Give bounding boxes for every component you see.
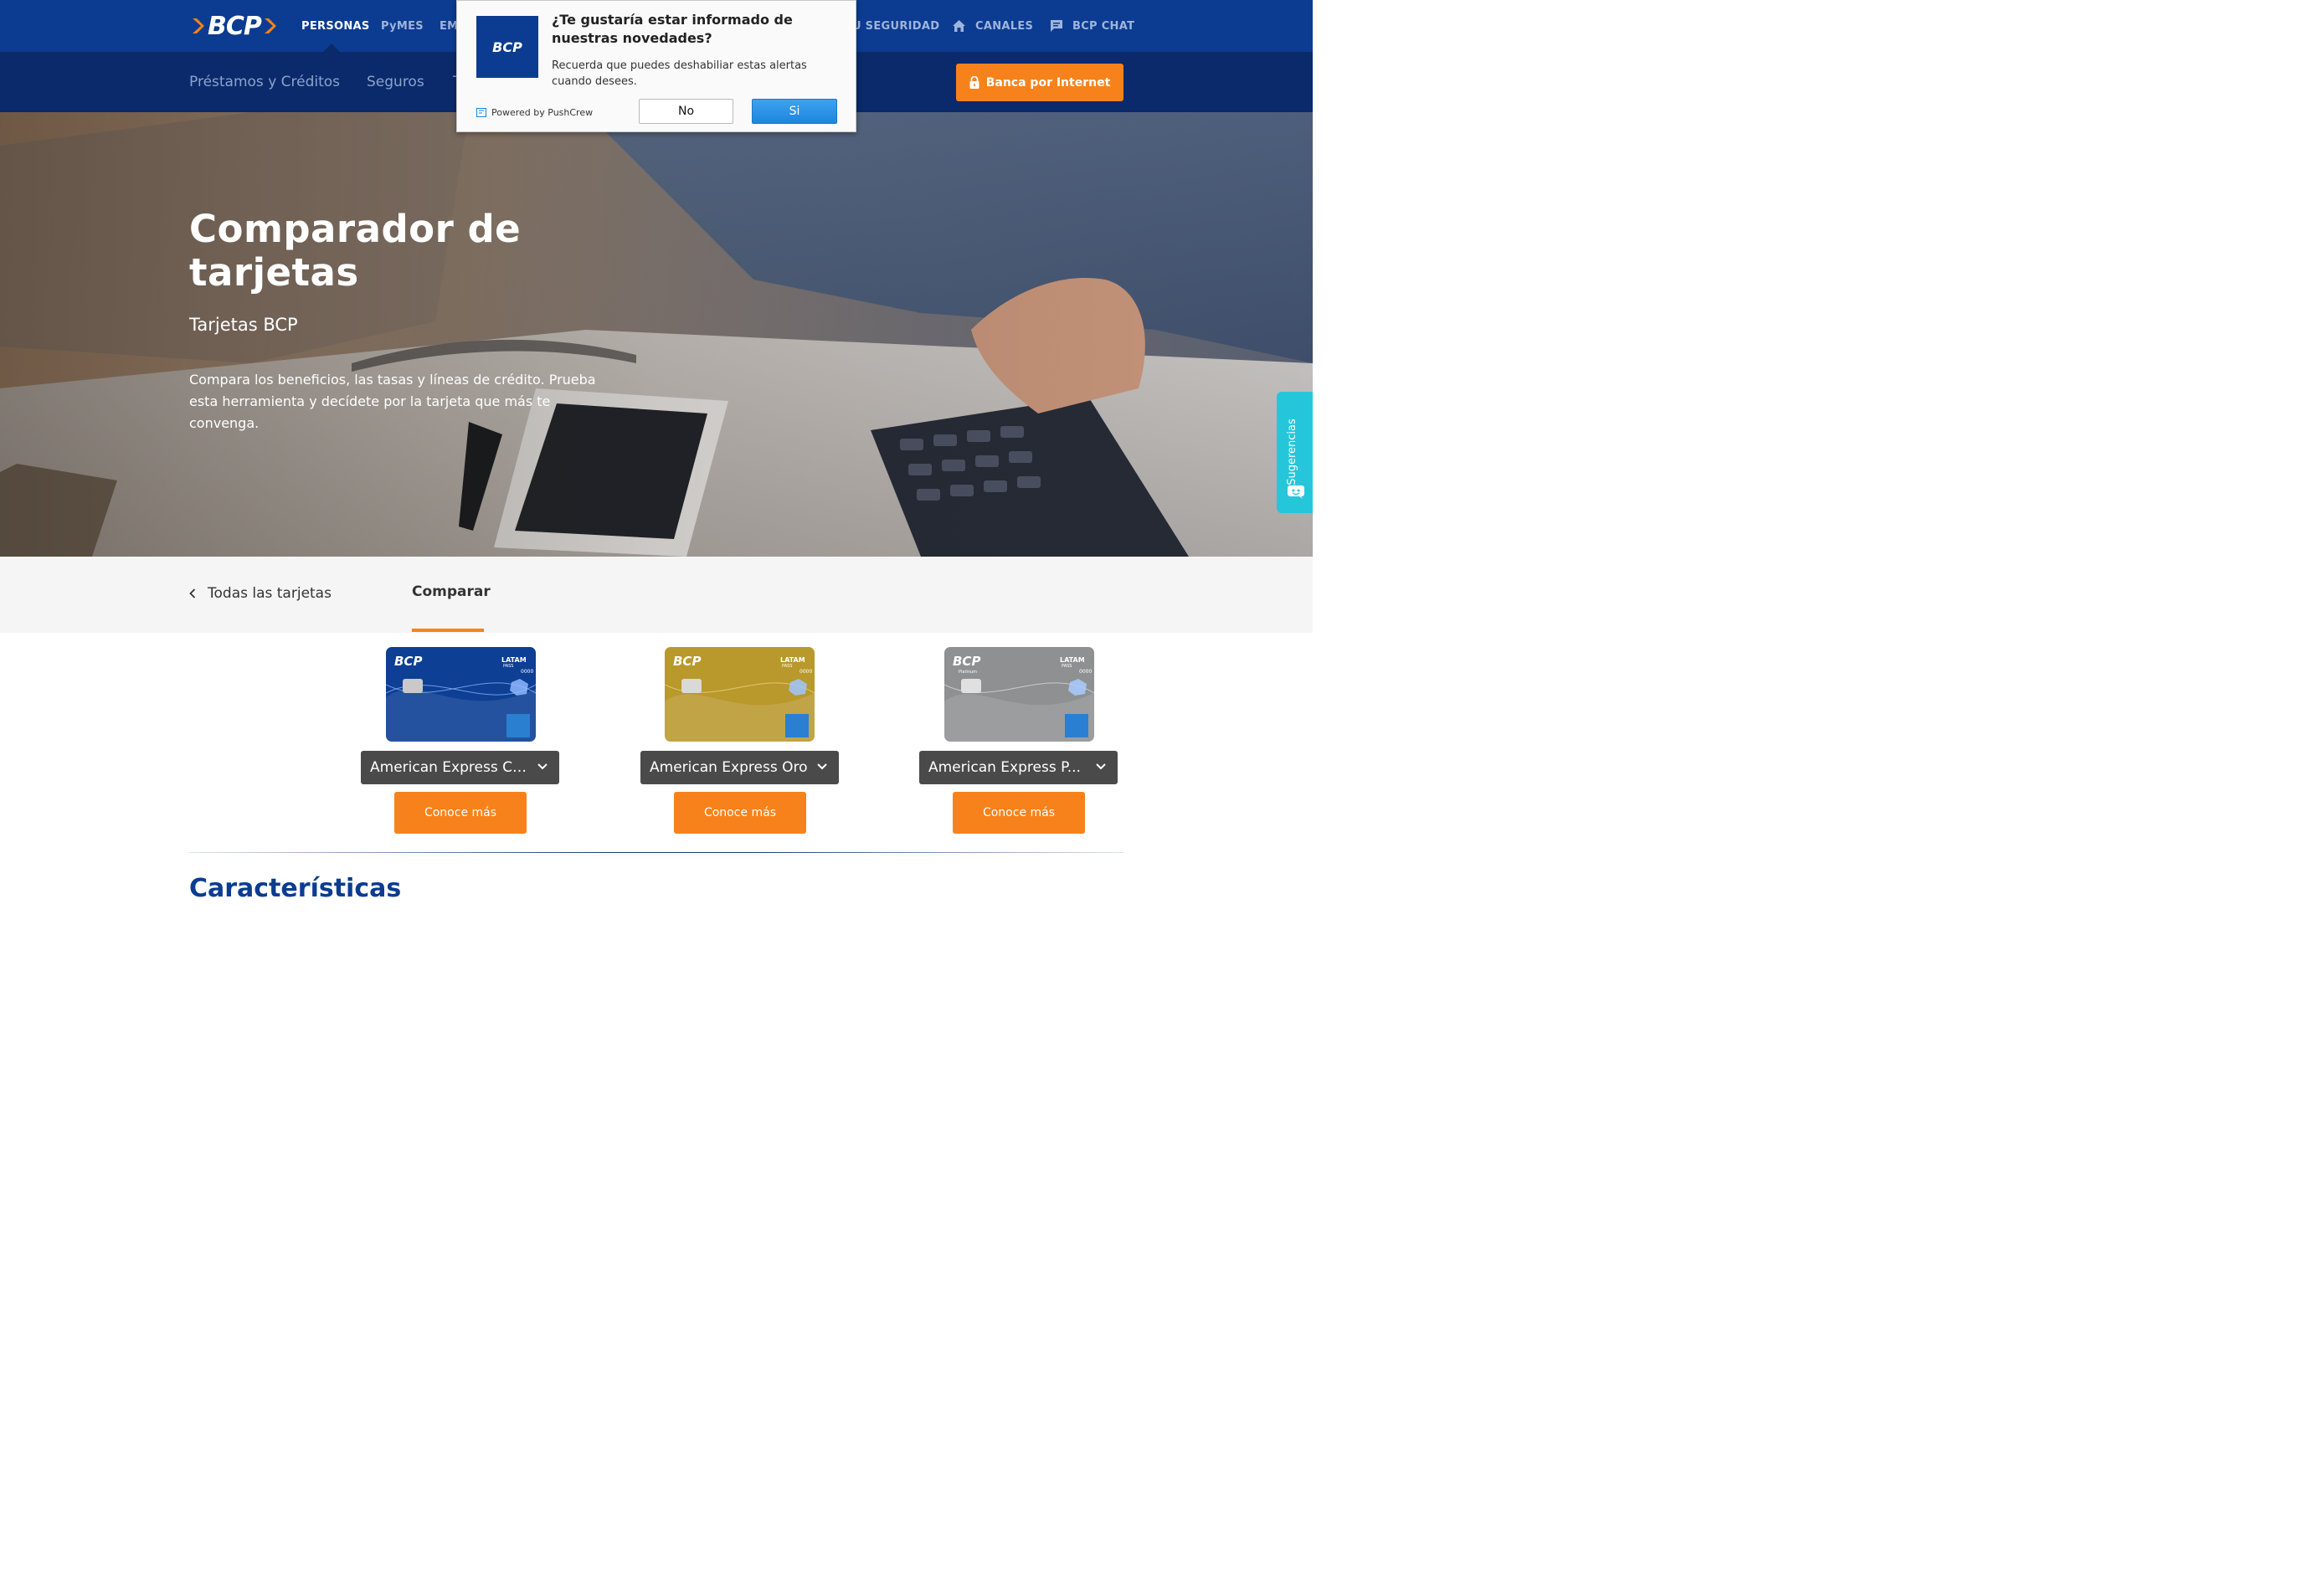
hero-description: Compara los beneficios, las tasas y líne…	[189, 372, 596, 431]
subnav-item-seguros[interactable]: Seguros	[367, 74, 424, 90]
latam-text: LATAM	[1060, 656, 1085, 664]
card-image-american-express-clasica: BCP LATAM PASS 0000	[386, 647, 536, 742]
popup-logo-text: BCP	[492, 39, 522, 55]
tab-todas-las-tarjetas[interactable]: Todas las tarjetas	[189, 585, 332, 602]
credit-card-graphic: BCP LATAM PASS 0000	[386, 647, 536, 742]
tab-back-label: Todas las tarjetas	[208, 585, 332, 602]
chevron-left-icon	[189, 588, 196, 598]
card-select-2[interactable]: American Express Oro	[640, 751, 839, 784]
subnav-item-prestamos[interactable]: Préstamos y Créditos	[189, 74, 340, 90]
topnav-item-bcp-chat[interactable]: BCP CHAT	[1051, 0, 1134, 52]
card-select-value: American Express Cl...	[370, 759, 529, 776]
hero-subtitle: Tarjetas BCP	[189, 315, 298, 335]
page-title: Comparador de tarjetas	[189, 207, 522, 295]
popup-no-button[interactable]: No	[639, 99, 733, 124]
card-select-value: American Express Oro	[650, 759, 808, 776]
popup-description: Recuerda que puedes deshabiliar estas al…	[552, 59, 807, 88]
chevron-down-icon	[817, 763, 827, 770]
card-number-text: 0000	[1079, 669, 1092, 675]
topnav-item-seguridad[interactable]: U SEGURIDAD	[852, 0, 939, 52]
chevron-down-icon	[537, 763, 548, 770]
latam-text: LATAM	[501, 656, 527, 664]
active-indicator	[323, 44, 340, 52]
chevron-right-icon	[193, 18, 204, 33]
banca-por-internet-button[interactable]: Banca por Internet	[956, 64, 1123, 101]
topnav-item-pymes[interactable]: PyMES	[381, 0, 424, 52]
logo-text: BCP	[208, 11, 262, 41]
latam-text: LATAM	[780, 656, 805, 664]
card-number-text: 0000	[521, 669, 533, 675]
seguridad-label: U SEGURIDAD	[852, 19, 940, 33]
chat-icon	[1051, 20, 1062, 32]
conoce-mas-button[interactable]: Conoce más	[394, 792, 527, 834]
powered-by-pushcrew: Powered by PushCrew	[476, 107, 593, 118]
chat-label: BCP CHAT	[1072, 19, 1135, 33]
card-logo-text: BCP	[673, 654, 701, 669]
pass-text: PASS	[503, 664, 513, 669]
credit-card-graphic: BCP Platinum LATAM PASS 0000	[944, 647, 1094, 742]
credit-card-graphic: BCP LATAM PASS 0000	[665, 647, 815, 742]
active-tab-indicator	[412, 629, 484, 632]
topnav-item-canales[interactable]: CANALES	[953, 0, 1033, 52]
conoce-mas-button[interactable]: Conoce más	[953, 792, 1085, 834]
card-image-american-express-oro: BCP LATAM PASS 0000	[665, 647, 815, 742]
topnav-label: PERSONAS	[301, 19, 370, 33]
card-logo-text: BCP	[953, 654, 980, 669]
section-divider	[189, 852, 1123, 853]
card-tier-text: Platinum	[959, 670, 977, 675]
card-select-1[interactable]: American Express Cl...	[361, 751, 559, 784]
conoce-mas-button[interactable]: Conoce más	[674, 792, 806, 834]
chevron-down-icon	[1096, 763, 1106, 770]
card-number-text: 0000	[800, 669, 812, 675]
bcp-logo[interactable]: BCP	[189, 11, 280, 41]
topnav-label: PyMES	[381, 19, 424, 33]
pushcrew-icon	[476, 108, 486, 117]
tab-comparar[interactable]: Comparar	[412, 583, 491, 600]
home-icon	[953, 20, 965, 32]
lock-icon	[969, 76, 979, 89]
feedback-icon	[1288, 485, 1304, 499]
pass-text: PASS	[1062, 664, 1072, 669]
card-select-3[interactable]: American Express P...	[919, 751, 1118, 784]
pass-text: PASS	[782, 664, 792, 669]
section-title-caracteristicas: Características	[189, 874, 402, 903]
card-select-value: American Express P...	[928, 759, 1081, 776]
card-logo-text: BCP	[394, 654, 422, 669]
popup-yes-button[interactable]: Si	[752, 99, 837, 124]
card-image-american-express-platinum: BCP Platinum LATAM PASS 0000	[944, 647, 1094, 742]
popup-bcp-logo: BCP	[476, 16, 538, 78]
banca-label: Banca por Internet	[985, 75, 1111, 90]
popup-title: ¿Te gustaría estar informado de nuestras…	[552, 12, 793, 46]
canales-label: CANALES	[975, 19, 1034, 33]
push-notification-dialog: BCP ¿Te gustaría estar informado de nues…	[456, 0, 856, 132]
powered-label: Powered by PushCrew	[491, 107, 594, 118]
chevron-right-icon	[264, 18, 276, 33]
